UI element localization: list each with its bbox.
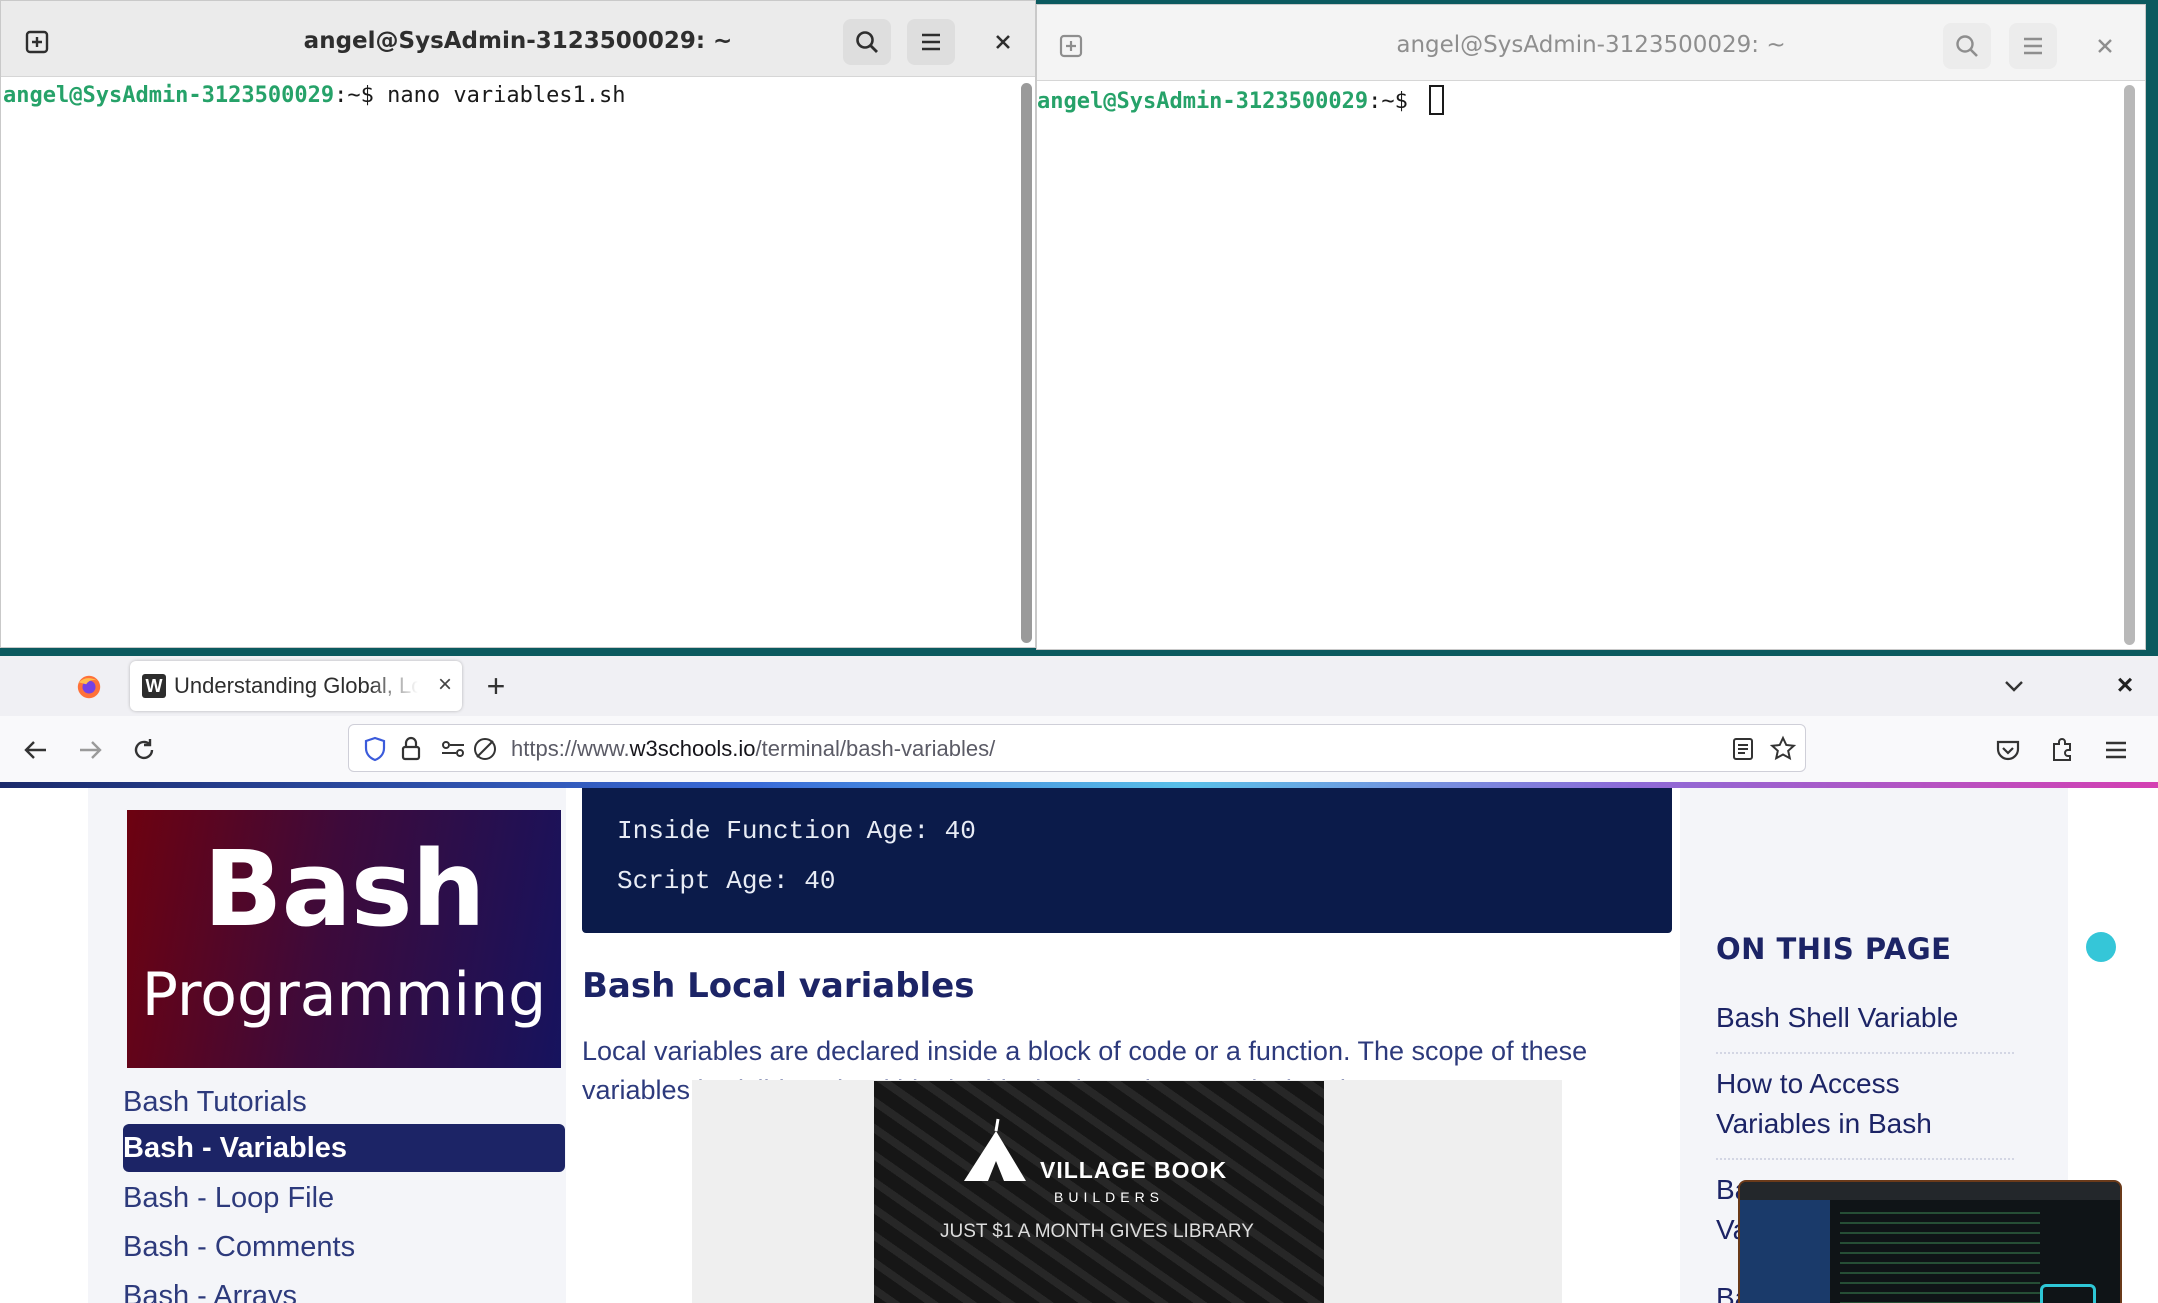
pocket-button[interactable] [1990,732,2026,768]
terminal-prompt-line[interactable]: angel@SysAdmin-3123500029:~$ [1037,85,1445,115]
terminal-headerbar[interactable]: angel@SysAdmin-3123500029: ~ [1,1,1035,77]
toc-link-bash-shell-variable[interactable]: Bash Shell Variable [1716,998,2016,1038]
code-line: Script Age: 40 [617,866,836,896]
pip-video-sidebar [1740,1200,1830,1303]
search-icon [1956,35,1978,57]
prompt-user: angel@SysAdmin-3123500029 [3,83,335,108]
reload-button[interactable] [126,732,162,768]
advertisement[interactable]: VILLAGE BOOK BUILDERS JUST $1 A MONTH GI… [874,1081,1324,1303]
search-button[interactable] [843,19,891,65]
navigation-toolbar[interactable]: https://www.w3schools.io/terminal/bash-v… [0,716,2158,784]
pip-video-toolbar [1740,1182,2120,1200]
toc-divider [1716,1052,2014,1054]
toc-divider [1716,1158,2014,1160]
banner-title: Bash [203,828,485,950]
web-page[interactable]: Bash Programming Bash Tutorials Bash - V… [0,788,2158,1303]
bookmark-star-button[interactable] [1767,733,1799,765]
prompt-separator: :~$ [334,83,388,108]
terminal-headerbar[interactable]: angel@SysAdmin-3123500029: ~ [1037,5,2145,81]
url-prefix: https://www. [511,736,630,761]
back-arrow-icon [24,741,46,759]
puzzle-icon [2053,738,2071,761]
terminal-window-left[interactable]: angel@SysAdmin-3123500029: ~ angel@SysAd… [0,0,1036,648]
list-all-tabs-button[interactable] [1996,670,2032,702]
forward-button[interactable] [72,732,108,768]
bash-programming-banner[interactable]: Bash Programming [127,810,561,1068]
star-icon [1769,735,1797,761]
close-button[interactable] [979,19,1027,65]
app-menu-button[interactable] [2098,732,2134,768]
sidebar-item-bash-tutorials[interactable]: Bash Tutorials [123,1078,565,1126]
code-output-block: Inside Function Age: 40 Script Age: 40 [582,788,1672,933]
code-line: Inside Function Age: 40 [617,816,976,846]
tab-close-button[interactable]: × [438,673,452,697]
search-icon [856,31,878,53]
terminal-prompt-line[interactable]: angel@SysAdmin-3123500029:~$ nano variab… [3,83,626,108]
section-heading: Bash Local variables [582,966,975,1006]
new-tab-button[interactable]: + [478,668,514,704]
village-book-logo-icon [964,1118,1026,1181]
terminal-scrollbar[interactable] [2124,85,2135,645]
toc-link-access-variables[interactable]: How to Access Variables in Bash [1716,1064,2016,1144]
reader-view-button[interactable] [1727,733,1759,765]
chevron-down-icon [2005,681,2023,692]
url-text[interactable]: https://www.w3schools.io/terminal/bash-v… [511,725,995,773]
ad-tagline: JUST $1 A MONTH GIVES LIBRARY [940,1221,1254,1242]
close-window-button[interactable]: × [2108,668,2142,702]
sidebar-item-bash-comments[interactable]: Bash - Comments [123,1223,565,1271]
lock-icon[interactable] [395,733,427,765]
prompt-separator: :~$ [1368,89,1422,114]
hamburger-icon [922,33,940,51]
url-domain: w3schools.io [629,736,756,761]
sidebar-item-bash-variables[interactable]: Bash - Variables [123,1124,565,1172]
reload-icon [134,739,154,760]
w3schools-favicon: W [142,674,166,698]
tracker-blocked-icon[interactable] [469,733,501,765]
hamburger-icon [2106,741,2126,759]
menu-button[interactable] [2009,23,2057,69]
reader-view-icon [1733,738,1753,760]
pip-video-code [1840,1212,2040,1303]
tab-active[interactable]: W Understanding Global, Local × [130,661,462,711]
pip-toggle-button[interactable] [2040,1284,2096,1303]
pocket-icon [1996,740,2020,761]
tab-title: Understanding Global, Local [174,673,418,698]
pip-expand-icon[interactable] [2086,932,2116,962]
extensions-button[interactable] [2044,732,2080,768]
terminal-window-right[interactable]: angel@SysAdmin-3123500029: ~ angel@SysAd… [1036,4,2146,650]
menu-button[interactable] [907,19,955,65]
search-button[interactable] [1943,23,1991,69]
back-button[interactable] [18,732,54,768]
sidebar-item-bash-arrays[interactable]: Bash - Arrays [123,1272,565,1303]
tab-bar[interactable]: W Understanding Global, Local × + × [0,656,2158,716]
terminal-scrollbar[interactable] [1021,83,1032,643]
sidebar-item-bash-loop-file[interactable]: Bash - Loop File [123,1174,565,1222]
on-this-page-heading: ON THIS PAGE [1716,932,1952,966]
text-cursor [1429,85,1445,115]
url-bar[interactable]: https://www.w3schools.io/terminal/bash-v… [348,724,1806,772]
browser-window[interactable]: W Understanding Global, Local × + × [0,656,2158,1303]
ad-title: VILLAGE BOOK [1040,1157,1228,1183]
tracking-protection-icon[interactable] [359,733,391,765]
ad-subtitle: BUILDERS [1054,1189,1165,1205]
forward-arrow-icon [80,741,102,759]
prompt-user: angel@SysAdmin-3123500029 [1037,89,1369,114]
firefox-icon[interactable] [74,672,104,702]
terminal-command: nano variables1.sh [387,83,626,108]
close-icon [996,35,1010,49]
close-icon [2098,39,2112,53]
url-path: /terminal/bash-variables/ [755,736,996,761]
banner-subtitle: Programming [141,960,547,1030]
desktop: angel@SysAdmin-3123500029: ~ angel@SysAd… [0,0,2158,1303]
hamburger-icon [2024,37,2042,55]
picture-in-picture-video[interactable] [1738,1180,2122,1303]
close-button[interactable] [2081,23,2129,69]
permissions-icon[interactable] [437,733,469,765]
